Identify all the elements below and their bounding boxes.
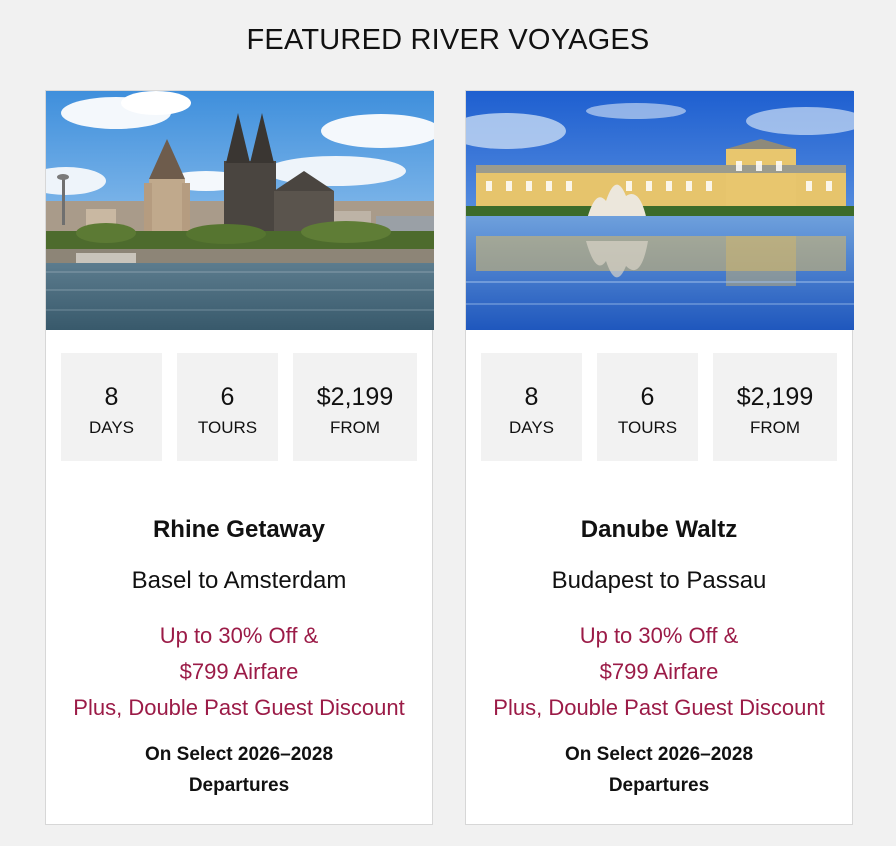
stat-value: 6 — [640, 383, 655, 411]
offer-line: Up to 30% Off & — [159, 623, 319, 648]
voyage-route: Basel to Amsterdam — [131, 567, 347, 594]
page-title: FEATURED RIVER VOYAGES — [246, 24, 650, 56]
stat-days: 8 DAYS — [481, 353, 582, 461]
stat-days: 8 DAYS — [61, 353, 162, 461]
stat-value: 8 — [104, 383, 119, 411]
offer-line: $799 Airfare — [179, 659, 299, 684]
stat-value: $2,199 — [736, 383, 814, 411]
fine-line: Departures — [188, 775, 290, 796]
stat-label: DAYS — [508, 418, 555, 437]
offer-line: Plus, Double Past Guest Discount — [73, 695, 405, 720]
stat-price: $2,199 FROM — [293, 353, 417, 461]
stat-label: TOURS — [197, 418, 258, 437]
stat-tours: 6 TOURS — [177, 353, 278, 461]
offer-line: $799 Airfare — [599, 659, 719, 684]
stat-value: 6 — [220, 383, 235, 411]
stat-label: TOURS — [617, 418, 678, 437]
stat-value: 8 — [524, 383, 539, 411]
stat-tours: 6 TOURS — [597, 353, 698, 461]
fine-line: Departures — [608, 775, 710, 796]
stat-label: FROM — [749, 418, 801, 437]
offer-line: Plus, Double Past Guest Discount — [493, 695, 825, 720]
stat-price: $2,199 FROM — [713, 353, 837, 461]
fine-line: On Select 2026–2028 — [564, 744, 754, 765]
voyage-title[interactable]: Danube Waltz — [466, 516, 852, 544]
stat-label: DAYS — [88, 418, 135, 437]
voyage-offer: Up to 30% Off & $799 Airfare Plus, Doubl… — [466, 618, 852, 726]
voyage-route: Budapest to Passau — [551, 567, 767, 594]
voyage-title[interactable]: Rhine Getaway — [46, 516, 432, 544]
offer-line: Up to 30% Off & — [579, 623, 739, 648]
voyage-offer: Up to 30% Off & $799 Airfare Plus, Doubl… — [46, 618, 432, 726]
voyage-card-rhine-getaway[interactable]: 8 DAYS 6 TOURS $2,199 FROM Rhine Getaway… — [45, 90, 434, 825]
stat-value: $2,199 — [316, 383, 394, 411]
schonbrunn-palace-fountain-photo[interactable] — [466, 91, 854, 330]
voyage-card-danube-waltz[interactable]: 8 DAYS 6 TOURS $2,199 FROM Danube Waltz … — [465, 90, 854, 825]
voyage-fine-print: On Select 2026–2028 Departures — [46, 739, 432, 801]
voyage-stats: 8 DAYS 6 TOURS $2,199 FROM — [481, 353, 839, 461]
voyage-fine-print: On Select 2026–2028 Departures — [466, 739, 852, 801]
stat-label: FROM — [329, 418, 381, 437]
voyage-stats: 8 DAYS 6 TOURS $2,199 FROM — [61, 353, 419, 461]
cologne-cathedral-riverfront-photo[interactable] — [46, 91, 434, 330]
fine-line: On Select 2026–2028 — [144, 744, 334, 765]
